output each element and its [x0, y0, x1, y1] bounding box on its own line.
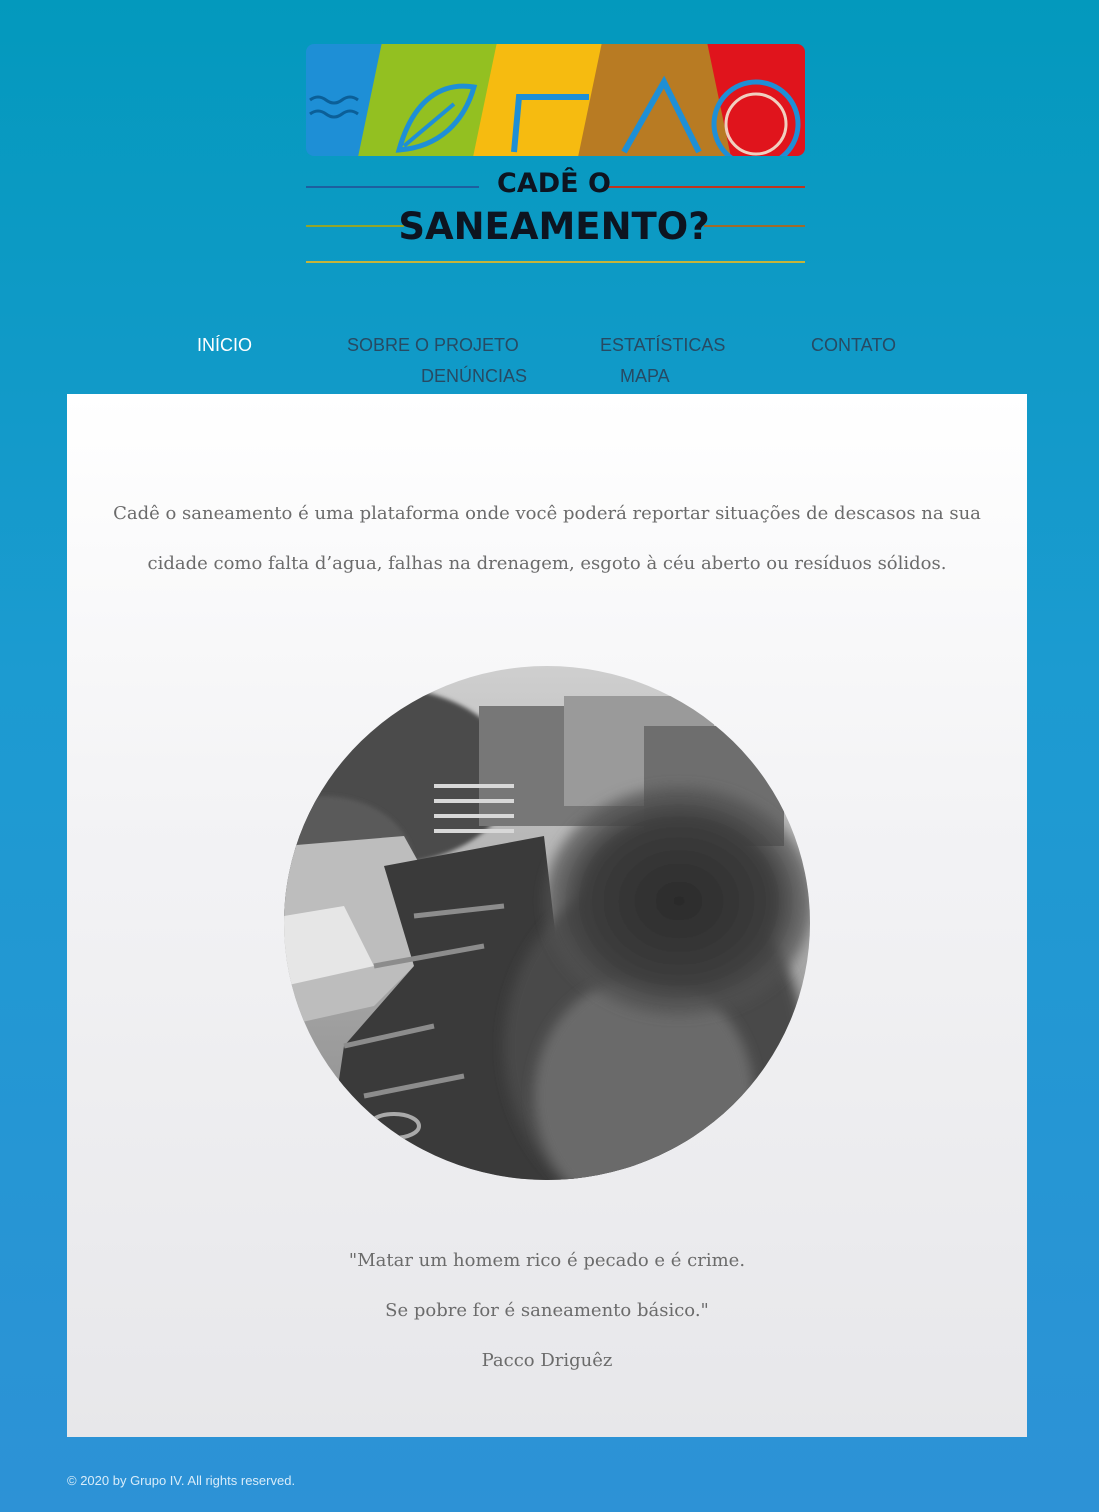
site-logo[interactable]: CADÊ O SANEAMENTO?	[304, 42, 807, 267]
main-nav: INÍCIO SOBRE O PROJETO ESTATÍSTICAS CONT…	[0, 333, 1099, 393]
quote-block: "Matar um homem rico é pecado e é crime.…	[67, 1236, 1027, 1386]
footer-copyright: © 2020 by Grupo IV. All rights reserved.	[67, 1473, 296, 1488]
nav-item-sobre-o-projeto[interactable]: SOBRE O PROJETO	[347, 335, 519, 356]
nav-item-estatisticas[interactable]: ESTATÍSTICAS	[600, 335, 725, 356]
child-river-photo	[284, 666, 810, 1180]
quote-line-2: Se pobre for é saneamento básico."	[385, 1300, 709, 1321]
nav-item-mapa[interactable]: MAPA	[620, 366, 670, 387]
content-panel: Cadê o saneamento é uma plataforma onde …	[67, 394, 1027, 1437]
quote-author: Pacco Driguêz	[481, 1350, 613, 1371]
nav-item-contato[interactable]: CONTATO	[811, 335, 896, 356]
nav-item-inicio[interactable]: INÍCIO	[197, 335, 252, 356]
quote-line-1: "Matar um homem rico é pecado e é crime.	[348, 1250, 746, 1271]
intro-text: Cadê o saneamento é uma plataforma onde …	[113, 503, 981, 574]
logo-text-line1: CADÊ O	[497, 167, 611, 199]
logo-text-line2: SANEAMENTO?	[398, 205, 709, 248]
nav-item-denuncias[interactable]: DENÚNCIAS	[421, 366, 527, 387]
